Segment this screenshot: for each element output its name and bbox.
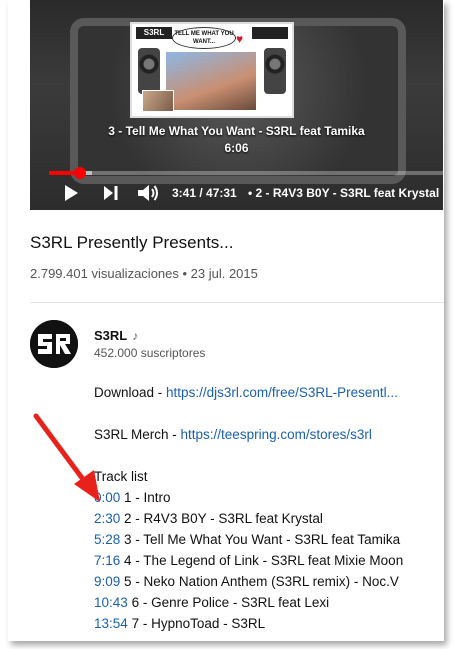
track-item: 13:54 7 - HypnoToad - S3RL — [94, 616, 265, 631]
download-line: Download - https://djs3rl.com/free/S3RL-… — [94, 385, 398, 400]
divider — [30, 302, 444, 303]
now-playing-time: 6:06 — [224, 141, 249, 155]
video-meta: 2.799.401 visualizaciones • 23 jul. 2015 — [30, 266, 258, 281]
track-timestamp-link[interactable]: 9:09 — [94, 574, 120, 589]
speaker-right-icon — [264, 48, 286, 94]
track-timestamp-link[interactable]: 13:54 — [94, 616, 128, 631]
channel-avatar[interactable] — [30, 320, 78, 368]
chapter-title[interactable]: • 2 - R4V3 B0Y - S3RL feat Krystal — [248, 182, 439, 204]
progress-bar[interactable] — [49, 167, 443, 179]
download-label: Download - — [94, 385, 167, 400]
player-controls: 3:41 / 47:31 • 2 - R4V3 B0Y - S3RL feat … — [30, 180, 443, 206]
track-label: 6 - Genre Police - S3RL feat Lexi — [131, 595, 330, 610]
subscriber-count: 452.000 suscriptores — [94, 346, 206, 360]
play-icon[interactable] — [64, 182, 82, 204]
channel-name[interactable]: S3RL ♪ — [94, 328, 138, 343]
track-item: 9:09 5 - Neko Nation Anthem (S3RL remix)… — [94, 574, 399, 589]
scrubber-handle[interactable] — [73, 167, 86, 179]
track-label: 1 - Intro — [124, 490, 171, 505]
track-timestamp-link[interactable]: 10:43 — [94, 595, 128, 610]
thumb-logo-left: S3RL — [136, 27, 172, 39]
track-label: 7 - HypnoToad - S3RL — [131, 616, 266, 631]
track-item: 10:43 6 - Genre Police - S3RL feat Lexi — [94, 595, 329, 610]
screenshot-frame: S3RL TELL ME WHAT YOU WANT... ♥ 3 - Tell… — [8, 0, 444, 641]
track-label: 4 - The Legend of Link - S3RL feat Mixie… — [124, 553, 404, 568]
track-item: 5:28 3 - Tell Me What You Want - S3RL fe… — [94, 532, 400, 547]
video-player[interactable]: S3RL TELL ME WHAT YOU WANT... ♥ 3 - Tell… — [30, 0, 443, 210]
thumb-inset-image — [142, 90, 174, 112]
annotation-arrow-icon — [33, 413, 100, 502]
merch-line: S3RL Merch - https://teespring.com/store… — [94, 427, 372, 442]
track-timestamp-link[interactable]: 7:16 — [94, 553, 120, 568]
next-icon[interactable] — [104, 182, 122, 204]
track-item: 7:16 4 - The Legend of Link - S3RL feat … — [94, 553, 403, 568]
track-label: 2 - R4V3 B0Y - S3RL feat Krystal — [124, 511, 323, 526]
music-note-icon: ♪ — [132, 329, 139, 343]
merch-link[interactable]: https://teespring.com/stores/s3rl — [181, 427, 372, 442]
now-playing-title: 3 - Tell Me What You Want - S3RL feat Ta… — [108, 124, 365, 138]
download-link[interactable]: https://djs3rl.com/free/S3RL-Presentl... — [166, 385, 398, 400]
heart-icon: ♥ — [236, 32, 244, 46]
track-label: 5 - Neko Nation Anthem (S3RL remix) - No… — [124, 574, 399, 589]
time-display: 3:41 / 47:31 — [172, 186, 237, 200]
thumb-logo-right — [252, 27, 288, 39]
track-timestamp-link[interactable]: 5:28 — [94, 532, 120, 547]
track-timestamp-link[interactable]: 2:30 — [94, 511, 120, 526]
volume-icon[interactable] — [138, 182, 162, 204]
thumb-speech-bubble: TELL ME WHAT YOU WANT... — [172, 27, 236, 49]
channel-name-text[interactable]: S3RL — [94, 328, 127, 343]
track-label: 3 - Tell Me What You Want - S3RL feat Ta… — [124, 532, 401, 547]
thumb-artwork — [166, 52, 256, 110]
video-thumbnail: S3RL TELL ME WHAT YOU WANT... ♥ — [130, 22, 294, 118]
track-item: 2:30 2 - R4V3 B0Y - S3RL feat Krystal — [94, 511, 323, 526]
speaker-left-icon — [138, 48, 160, 94]
video-title: S3RL Presently Presents... — [30, 233, 234, 252]
